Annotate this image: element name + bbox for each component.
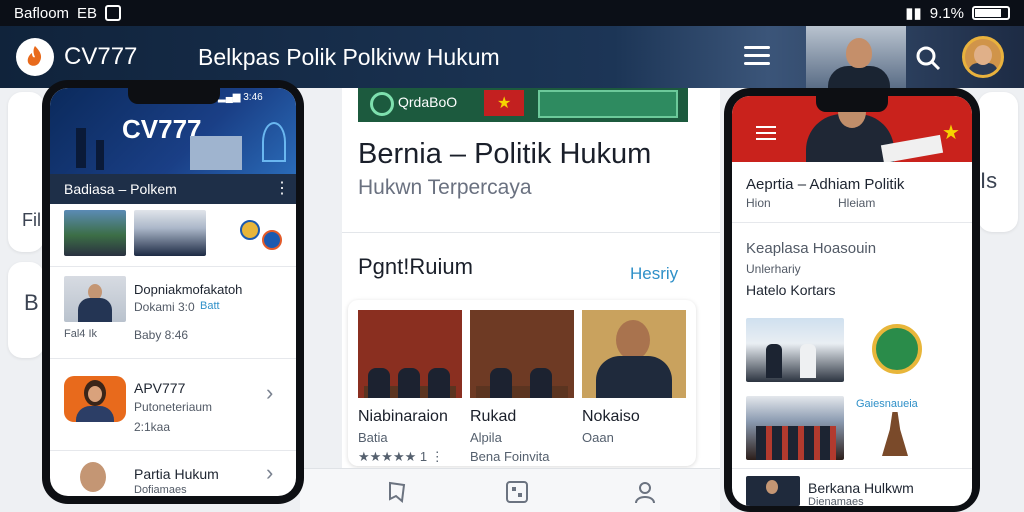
- news-card[interactable]: Nokaiso Oaan: [582, 310, 686, 445]
- profile-icon[interactable]: [632, 479, 658, 505]
- list-item[interactable]: Dopniakmofakatoh Dokami 3:0 Batt Fal4 Ik…: [50, 266, 296, 350]
- thumb-photo[interactable]: [746, 476, 800, 506]
- section-sub: Hion: [746, 196, 771, 210]
- item-line: Dofiamaes: [134, 484, 187, 496]
- section-heading: Pgnt!Ruium: [358, 254, 473, 279]
- card-title: Nokaiso: [582, 408, 640, 425]
- chevron-right-icon[interactable]: ›: [266, 380, 273, 406]
- article-title: Bernia – Politik Hukum: [358, 138, 652, 170]
- flag-image: [484, 90, 524, 116]
- section-header: Aeprtia – Adhiam Politik: [746, 176, 905, 193]
- card-meta: Batia: [358, 430, 388, 445]
- item-line: Putoneteriaum: [134, 400, 213, 414]
- thumb-photo[interactable]: [746, 318, 844, 382]
- menu-icon[interactable]: [744, 46, 770, 70]
- profile-avatar[interactable]: [962, 36, 1004, 78]
- news-card-row: Niabinaraion Batia ★★★★★ 1 ⋮ Rukad Alpil…: [348, 300, 696, 466]
- ghost-text-right: Is: [980, 168, 998, 193]
- divider: [342, 232, 720, 233]
- card-footer: Bena Foinvita: [470, 449, 550, 464]
- list-item[interactable]: APV777 Putoneteriaum 2:1kaa ›: [50, 366, 296, 446]
- signal-icon: ▮▮: [905, 5, 922, 22]
- card-title: Niabinaraion: [358, 408, 448, 425]
- anchor-photo: [64, 276, 126, 322]
- chevron-right-icon[interactable]: ›: [266, 460, 273, 486]
- item-tag: Batt: [200, 300, 220, 312]
- background-card-right: [978, 92, 1018, 232]
- item-title: Dopniakmofakatoh: [134, 282, 243, 297]
- carrier-label: Bafloom: [14, 4, 70, 22]
- menu-icon[interactable]: [756, 126, 776, 140]
- right-phone-mockup: ★ Aeprtia – Adhiam Politik Hion Hleiam K…: [724, 88, 980, 512]
- item-foot-time: Baby 8:46: [134, 328, 189, 342]
- status-extra: EB: [77, 4, 98, 22]
- article-subtitle: Hukwn Terpercaya: [358, 176, 532, 199]
- tabs-label: Badiasa – Polkem: [64, 181, 177, 197]
- phone-status: ▂▄▆ 3:46: [218, 92, 263, 103]
- list-item[interactable]: Partia Hukum Dofiamaes ›: [50, 454, 296, 496]
- thumb-photo: [80, 462, 106, 492]
- statue-icon: [882, 412, 908, 456]
- card-title: Rukad: [470, 408, 517, 425]
- bottom-nav: [300, 468, 720, 512]
- search-icon[interactable]: [914, 44, 942, 72]
- card-meta: Alpila: [470, 430, 502, 445]
- news-card[interactable]: Niabinaraion Batia ★★★★★ 1 ⋮: [358, 310, 462, 465]
- thumb-photo[interactable]: [746, 396, 844, 460]
- app-bar: CV777 Belkpas Polik Polkivw Hukum: [0, 26, 1024, 88]
- card-photo: [358, 310, 462, 398]
- brand-logo[interactable]: [16, 38, 54, 76]
- thumb-photo[interactable]: [64, 210, 126, 256]
- battery-percent: 9.1%: [929, 4, 964, 22]
- card-photo: [470, 310, 574, 398]
- left-phone-mockup: CV777 ▂▄▆ 3:46 Badiasa – Polkem ⋮ Dopnia…: [42, 80, 304, 504]
- more-vertical-icon[interactable]: ⋮: [274, 178, 290, 198]
- section-see-all-link[interactable]: Hesriy: [630, 264, 678, 284]
- section-sub: Hleiam: [838, 196, 876, 210]
- battery-icon: [972, 6, 1010, 20]
- card-photo: [582, 310, 686, 398]
- item-line: 2:1kaa: [134, 420, 171, 434]
- bookmark-icon[interactable]: [384, 479, 410, 505]
- item-title: Partia Hukum: [134, 466, 219, 482]
- grid-icon[interactable]: [504, 479, 530, 505]
- item-title: APV777: [134, 380, 186, 396]
- news-card[interactable]: Rukad Alpila Bena Foinvita: [470, 310, 574, 464]
- list-line: Keaplasa Hoasouin: [746, 240, 877, 257]
- status-bar: Bafloom EB ▮▮ 9.1%: [0, 0, 1024, 26]
- mid-label: Gaiesnaueia: [856, 398, 918, 410]
- hero-banner[interactable]: QrdaBoO: [358, 88, 688, 122]
- thumb-photo: [64, 376, 126, 422]
- notification-icon: [105, 5, 122, 21]
- list-line: Unlerhariy: [746, 262, 801, 276]
- hero-text: QrdaBoO: [398, 94, 458, 110]
- flame-icon: [27, 46, 42, 66]
- refresh-icon: [370, 92, 394, 116]
- card-rating: ★★★★★ 1 ⋮: [358, 449, 444, 464]
- page-title: Belkpas Polik Polkivw Hukum: [198, 43, 500, 70]
- main-article-panel: QrdaBoO Bernia – Politik Hukum Hukwn Ter…: [342, 88, 720, 468]
- emblem-icon: [240, 220, 260, 240]
- emblem-icon: [262, 230, 282, 250]
- screen-image: [538, 90, 678, 118]
- presenter-photo: [806, 26, 906, 88]
- ghost-text-left-2: B: [24, 290, 39, 315]
- item-meta: Dokami 3:0: [134, 300, 195, 314]
- app-brand: CV777: [64, 43, 138, 70]
- phone-tabs[interactable]: Badiasa – Polkem ⋮: [50, 174, 296, 204]
- item-line: Dienamaes: [808, 496, 864, 506]
- card-meta: Oaan: [582, 430, 614, 445]
- thumb-photo[interactable]: [134, 210, 206, 256]
- emblem-icon: [872, 324, 922, 374]
- item-foot: Fal4 Ik: [64, 328, 98, 340]
- item-title: Berkana Hulkwm: [808, 480, 914, 496]
- list-line: Hatelo Kortars: [746, 282, 836, 298]
